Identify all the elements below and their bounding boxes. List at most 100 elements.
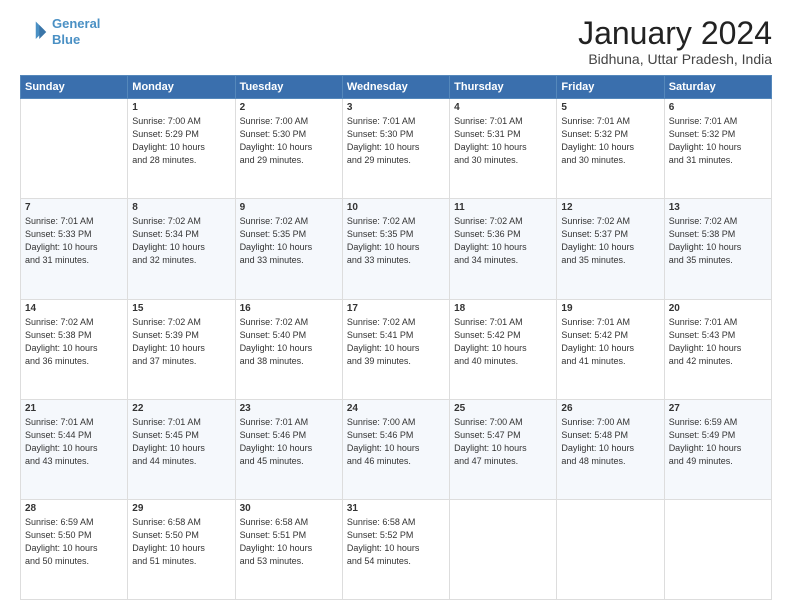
title-month: January 2024	[578, 16, 772, 51]
day-number: 19	[561, 303, 659, 314]
title-block: January 2024 Bidhuna, Uttar Pradesh, Ind…	[578, 16, 772, 67]
day-info: Sunrise: 7:00 AMSunset: 5:29 PMDaylight:…	[132, 115, 230, 167]
calendar-cell: 2Sunrise: 7:00 AMSunset: 5:30 PMDaylight…	[235, 99, 342, 199]
day-number: 22	[132, 403, 230, 414]
day-number: 31	[347, 503, 445, 514]
calendar-cell: 10 Sunrise: 7:02 AMSunset: 5:35 PMDayligh…	[342, 199, 449, 299]
calendar-cell: 16 Sunrise: 7:02 AMSunset: 5:40 PMDayligh…	[235, 299, 342, 399]
calendar-cell	[450, 499, 557, 599]
day-number: 15	[132, 303, 230, 314]
calendar-header-friday: Friday	[557, 76, 664, 99]
calendar-cell: 18 Sunrise: 7:01 AMSunset: 5:42 PMDayligh…	[450, 299, 557, 399]
calendar-cell: 6 Sunrise: 7:01 AMSunset: 5:32 PMDaylight…	[664, 99, 771, 199]
day-number: 16	[240, 303, 338, 314]
day-number: 6	[669, 102, 767, 113]
calendar-cell: 23Sunrise: 7:01 AMSunset: 5:46 PMDayligh…	[235, 399, 342, 499]
logo-text: General Blue	[52, 16, 100, 47]
day-number: 8	[132, 202, 230, 213]
calendar-cell: 25 Sunrise: 7:00 AMSunset: 5:47 PMDayligh…	[450, 399, 557, 499]
calendar-week-row: 28Sunrise: 6:59 AMSunset: 5:50 PMDayligh…	[21, 499, 772, 599]
calendar-cell: 8 Sunrise: 7:02 AMSunset: 5:34 PMDaylight…	[128, 199, 235, 299]
day-number: 5	[561, 102, 659, 113]
day-number: 29	[132, 503, 230, 514]
calendar-cell: 7Sunrise: 7:01 AMSunset: 5:33 PMDaylight…	[21, 199, 128, 299]
calendar-week-row: 14Sunrise: 7:02 AMSunset: 5:38 PMDayligh…	[21, 299, 772, 399]
day-number: 17	[347, 303, 445, 314]
day-number: 7	[25, 202, 123, 213]
logo: General Blue	[20, 16, 100, 47]
calendar-cell: 1 Sunrise: 7:00 AMSunset: 5:29 PMDaylight…	[128, 99, 235, 199]
day-info: Sunrise: 7:02 AMSunset: 5:38 PMDaylight:…	[669, 215, 767, 267]
day-info: Sunrise: 7:02 AMSunset: 5:40 PMDaylight:…	[240, 316, 338, 368]
calendar-header-sunday: Sunday	[21, 76, 128, 99]
calendar-week-row: 1 Sunrise: 7:00 AMSunset: 5:29 PMDaylight…	[21, 99, 772, 199]
calendar-cell: 30Sunrise: 6:58 AMSunset: 5:51 PMDayligh…	[235, 499, 342, 599]
day-info: Sunrise: 7:00 AMSunset: 5:47 PMDaylight:…	[454, 416, 552, 468]
day-info: Sunrise: 7:02 AMSunset: 5:35 PMDaylight:…	[347, 215, 445, 267]
day-info: Sunrise: 6:58 AMSunset: 5:52 PMDaylight:…	[347, 516, 445, 568]
day-info: Sunrise: 7:01 AMSunset: 5:42 PMDaylight:…	[561, 316, 659, 368]
calendar-cell: 15 Sunrise: 7:02 AMSunset: 5:39 PMDayligh…	[128, 299, 235, 399]
calendar-cell: 14Sunrise: 7:02 AMSunset: 5:38 PMDayligh…	[21, 299, 128, 399]
day-number: 27	[669, 403, 767, 414]
calendar-cell: 28Sunrise: 6:59 AMSunset: 5:50 PMDayligh…	[21, 499, 128, 599]
calendar-cell: 24 Sunrise: 7:00 AMSunset: 5:46 PMDayligh…	[342, 399, 449, 499]
day-number: 3	[347, 102, 445, 113]
day-number: 13	[669, 202, 767, 213]
day-info: Sunrise: 7:02 AMSunset: 5:38 PMDaylight:…	[25, 316, 123, 368]
day-number: 25	[454, 403, 552, 414]
day-number: 18	[454, 303, 552, 314]
day-number: 4	[454, 102, 552, 113]
day-number: 10	[347, 202, 445, 213]
calendar-cell	[557, 499, 664, 599]
calendar-header-row: SundayMondayTuesdayWednesdayThursdayFrid…	[21, 76, 772, 99]
day-info: Sunrise: 7:00 AMSunset: 5:48 PMDaylight:…	[561, 416, 659, 468]
day-info: Sunrise: 7:01 AMSunset: 5:42 PMDaylight:…	[454, 316, 552, 368]
calendar-cell	[21, 99, 128, 199]
calendar-header-tuesday: Tuesday	[235, 76, 342, 99]
day-number: 24	[347, 403, 445, 414]
day-info: Sunrise: 7:02 AMSunset: 5:34 PMDaylight:…	[132, 215, 230, 267]
day-info: Sunrise: 7:01 AMSunset: 5:45 PMDaylight:…	[132, 416, 230, 468]
day-info: Sunrise: 7:01 AMSunset: 5:30 PMDaylight:…	[347, 115, 445, 167]
calendar-header-wednesday: Wednesday	[342, 76, 449, 99]
calendar-cell: 29 Sunrise: 6:58 AMSunset: 5:50 PMDayligh…	[128, 499, 235, 599]
calendar-header-thursday: Thursday	[450, 76, 557, 99]
day-number: 23	[240, 403, 338, 414]
day-info: Sunrise: 7:02 AMSunset: 5:36 PMDaylight:…	[454, 215, 552, 267]
day-number: 21	[25, 403, 123, 414]
calendar-cell: 27Sunrise: 6:59 AMSunset: 5:49 PMDayligh…	[664, 399, 771, 499]
header: General Blue January 2024 Bidhuna, Uttar…	[20, 16, 772, 67]
day-info: Sunrise: 7:01 AMSunset: 5:31 PMDaylight:…	[454, 115, 552, 167]
day-info: Sunrise: 7:02 AMSunset: 5:37 PMDaylight:…	[561, 215, 659, 267]
calendar-cell	[664, 499, 771, 599]
calendar-week-row: 7Sunrise: 7:01 AMSunset: 5:33 PMDaylight…	[21, 199, 772, 299]
calendar-cell: 21 Sunrise: 7:01 AMSunset: 5:44 PMDayligh…	[21, 399, 128, 499]
day-info: Sunrise: 7:01 AMSunset: 5:32 PMDaylight:…	[669, 115, 767, 167]
calendar-cell: 13 Sunrise: 7:02 AMSunset: 5:38 PMDayligh…	[664, 199, 771, 299]
day-number: 9	[240, 202, 338, 213]
calendar-cell: 17Sunrise: 7:02 AMSunset: 5:41 PMDayligh…	[342, 299, 449, 399]
day-info: Sunrise: 7:01 AMSunset: 5:32 PMDaylight:…	[561, 115, 659, 167]
day-number: 1	[132, 102, 230, 113]
calendar-table: SundayMondayTuesdayWednesdayThursdayFrid…	[20, 75, 772, 600]
calendar-cell: 19 Sunrise: 7:01 AMSunset: 5:42 PMDayligh…	[557, 299, 664, 399]
day-info: Sunrise: 7:00 AMSunset: 5:46 PMDaylight:…	[347, 416, 445, 468]
calendar-cell: 4 Sunrise: 7:01 AMSunset: 5:31 PMDaylight…	[450, 99, 557, 199]
calendar-cell: 26Sunrise: 7:00 AMSunset: 5:48 PMDayligh…	[557, 399, 664, 499]
day-info: Sunrise: 7:01 AMSunset: 5:44 PMDaylight:…	[25, 416, 123, 468]
day-number: 20	[669, 303, 767, 314]
title-location: Bidhuna, Uttar Pradesh, India	[578, 51, 772, 67]
day-info: Sunrise: 7:01 AMSunset: 5:43 PMDaylight:…	[669, 316, 767, 368]
day-info: Sunrise: 7:02 AMSunset: 5:39 PMDaylight:…	[132, 316, 230, 368]
calendar-cell: 31 Sunrise: 6:58 AMSunset: 5:52 PMDayligh…	[342, 499, 449, 599]
day-info: Sunrise: 6:58 AMSunset: 5:51 PMDaylight:…	[240, 516, 338, 568]
calendar-header-saturday: Saturday	[664, 76, 771, 99]
day-info: Sunrise: 6:58 AMSunset: 5:50 PMDaylight:…	[132, 516, 230, 568]
page: General Blue January 2024 Bidhuna, Uttar…	[0, 0, 792, 612]
calendar-cell: 5 Sunrise: 7:01 AMSunset: 5:32 PMDaylight…	[557, 99, 664, 199]
day-number: 28	[25, 503, 123, 514]
calendar-cell: 11Sunrise: 7:02 AMSunset: 5:36 PMDayligh…	[450, 199, 557, 299]
calendar-cell: 9Sunrise: 7:02 AMSunset: 5:35 PMDaylight…	[235, 199, 342, 299]
day-number: 2	[240, 102, 338, 113]
